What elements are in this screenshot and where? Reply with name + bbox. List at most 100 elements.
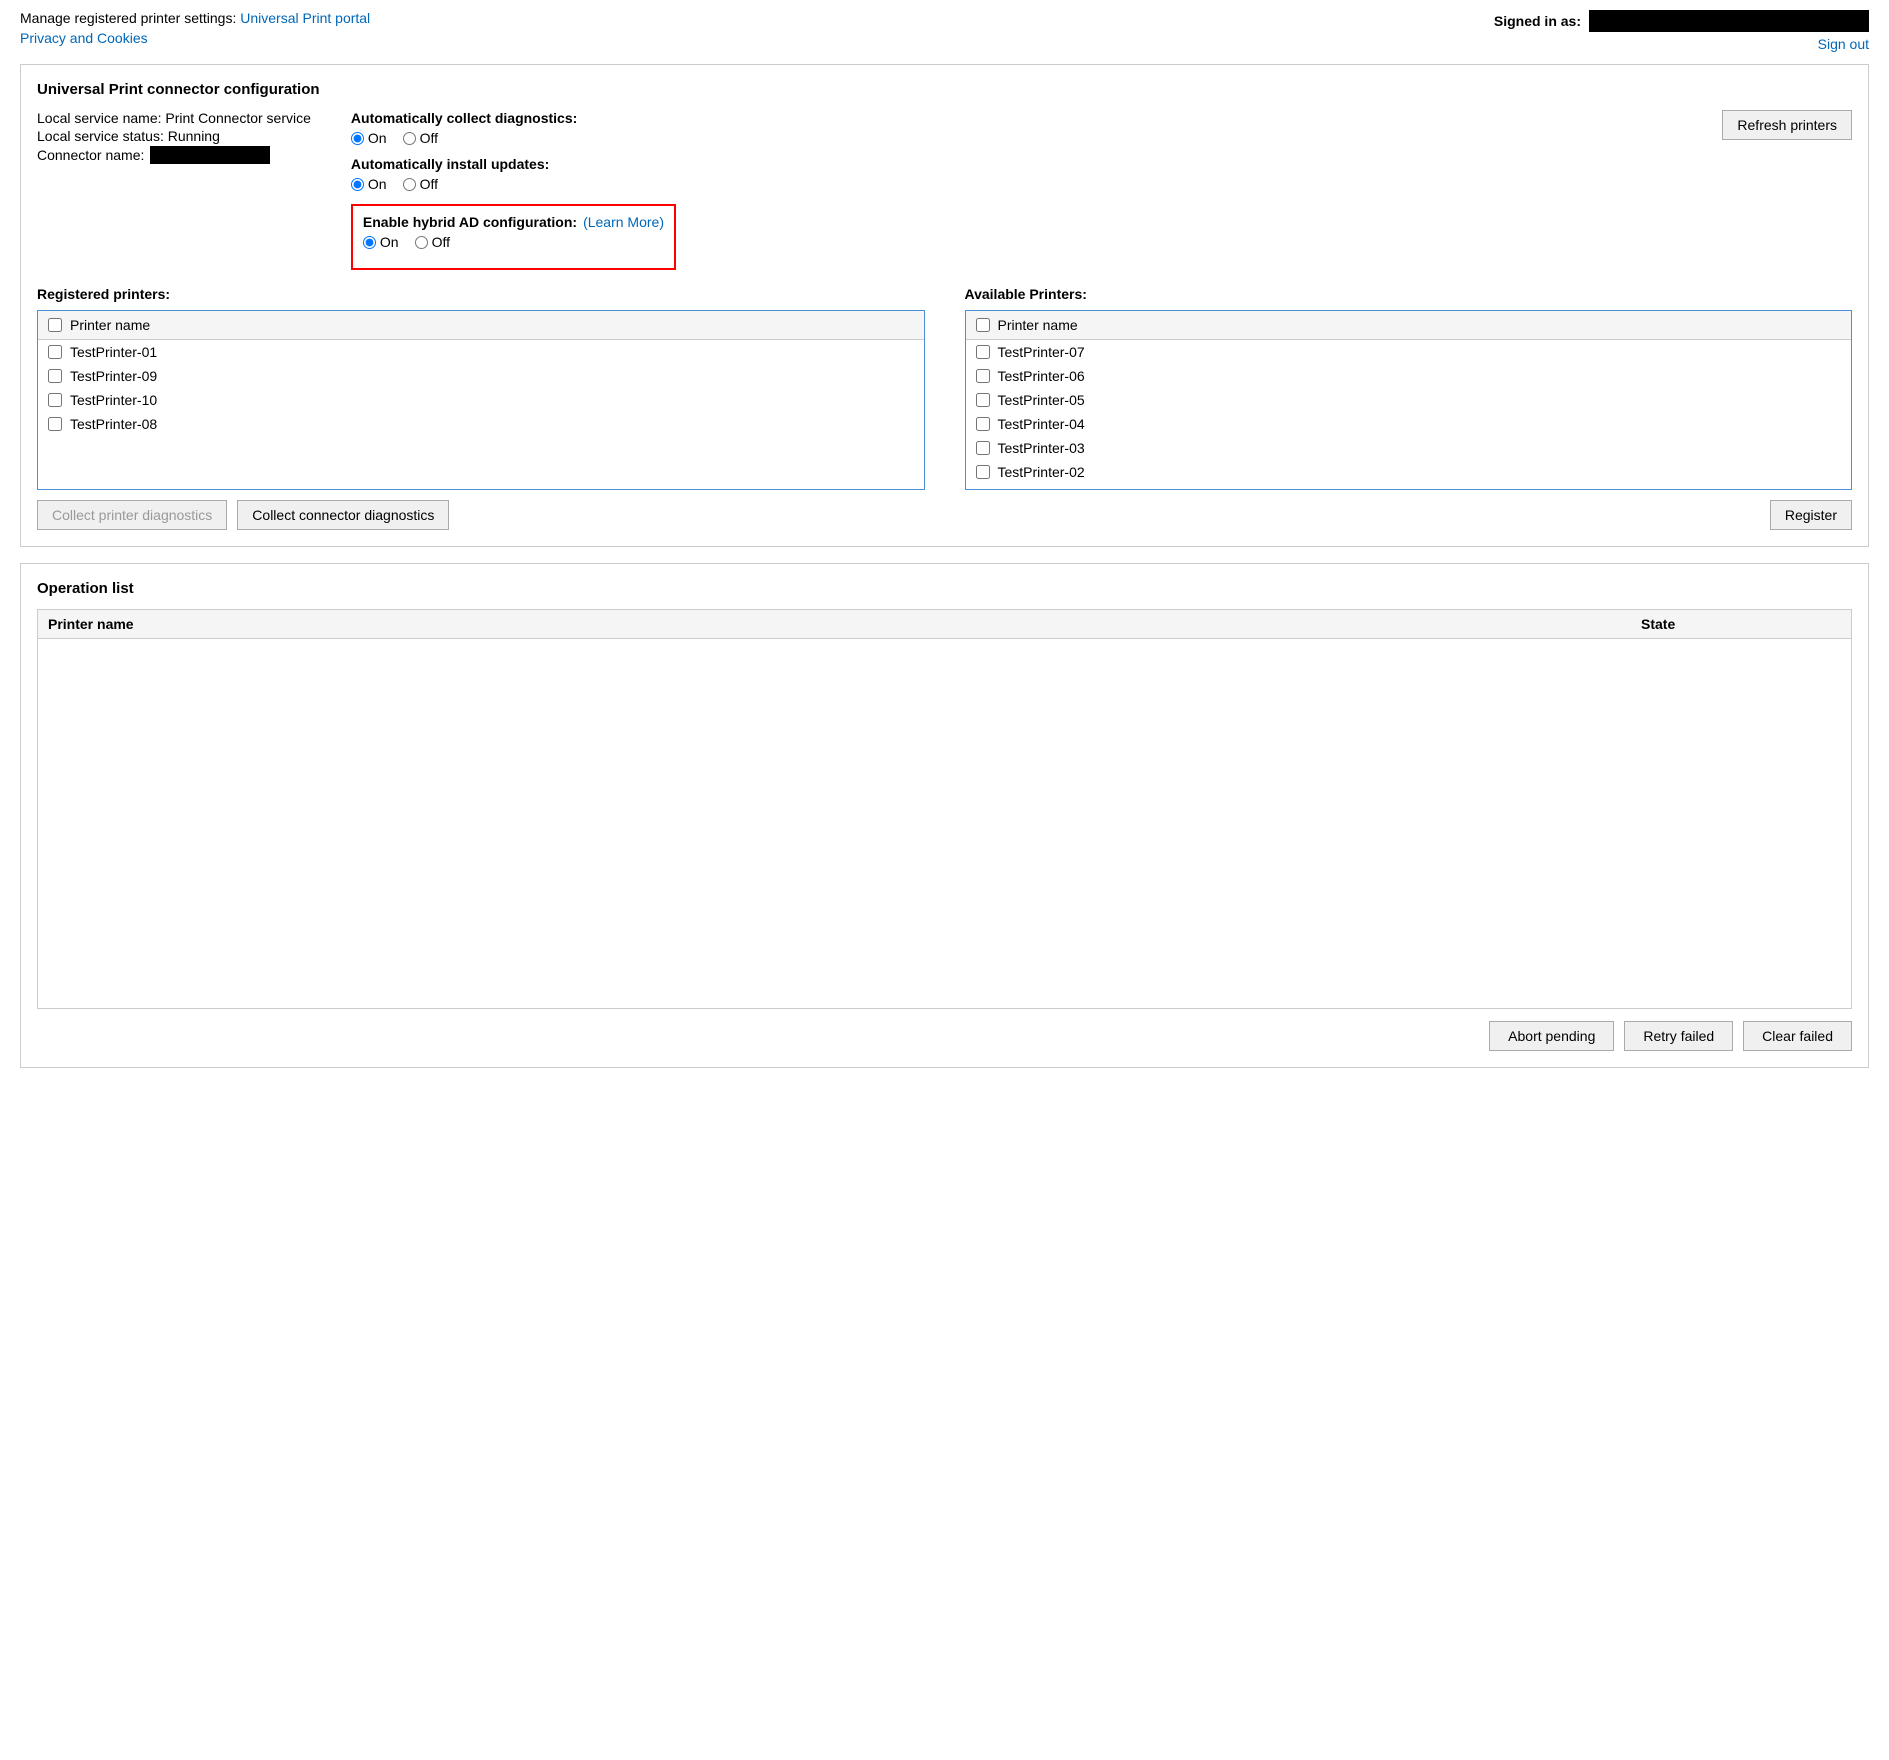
auto-updates-on-text: On xyxy=(368,176,387,192)
diag-section: Automatically collect diagnostics: On Of… xyxy=(351,110,1703,270)
privacy-link[interactable]: Privacy and Cookies xyxy=(20,30,370,46)
list-item: TestPrinter-09 xyxy=(38,364,924,388)
top-right: Signed in as: Sign out xyxy=(1494,10,1869,52)
available-printers-list: Printer name TestPrinter-07TestPrinter-0… xyxy=(965,310,1853,490)
available-printers-title: Available Printers: xyxy=(965,286,1853,302)
auto-updates-off-radio[interactable] xyxy=(403,178,416,191)
collect-connector-diag-button[interactable]: Collect connector diagnostics xyxy=(237,500,449,530)
manage-text: Manage registered printer settings: Univ… xyxy=(20,10,370,26)
clear-failed-button[interactable]: Clear failed xyxy=(1743,1021,1852,1051)
list-item: TestPrinter-06 xyxy=(966,364,1852,388)
printer-checkbox[interactable] xyxy=(976,393,990,407)
operation-table-header: Printer name State xyxy=(38,610,1851,639)
printer-name: TestPrinter-06 xyxy=(998,368,1085,384)
auto-diag-off-text: Off xyxy=(420,130,438,146)
registered-printers-header-label: Printer name xyxy=(70,317,150,333)
config-left: Local service name: Print Connector serv… xyxy=(37,110,311,270)
printer-name: TestPrinter-10 xyxy=(70,392,157,408)
list-item: TestPrinter-10 xyxy=(38,388,924,412)
auto-diag-label: Automatically collect diagnostics: xyxy=(351,110,1703,126)
manage-bar: Manage registered printer settings: Univ… xyxy=(20,10,370,26)
op-col-name-header: Printer name xyxy=(48,616,1641,632)
printer-checkbox[interactable] xyxy=(48,393,62,407)
local-service-name: Local service name: Print Connector serv… xyxy=(37,110,311,126)
auto-diag-on-text: On xyxy=(368,130,387,146)
printer-checkbox[interactable] xyxy=(48,345,62,359)
printer-checkbox[interactable] xyxy=(48,417,62,431)
learn-more-link[interactable]: (Learn More) xyxy=(583,214,664,230)
hybrid-on-text: On xyxy=(380,234,399,250)
operation-list-title: Operation list xyxy=(37,580,1852,597)
retry-failed-button[interactable]: Retry failed xyxy=(1624,1021,1733,1051)
printer-name: TestPrinter-05 xyxy=(998,392,1085,408)
operation-section: Operation list Printer name State Abort … xyxy=(20,563,1869,1068)
connector-name-value xyxy=(150,146,270,164)
local-service-status: Local service status: Running xyxy=(37,128,311,144)
printer-checkbox[interactable] xyxy=(976,441,990,455)
config-right: Automatically collect diagnostics: On Of… xyxy=(351,110,1852,270)
operation-table-wrapper: Printer name State xyxy=(37,609,1852,1009)
registered-select-all-checkbox[interactable] xyxy=(48,318,62,332)
register-button[interactable]: Register xyxy=(1770,500,1852,530)
op-col-state-header: State xyxy=(1641,616,1841,632)
list-item: TestPrinter-02 xyxy=(966,460,1852,484)
available-select-all-checkbox[interactable] xyxy=(976,318,990,332)
printer-name: TestPrinter-01 xyxy=(70,344,157,360)
printer-checkbox[interactable] xyxy=(976,369,990,383)
hybrid-label-row: Enable hybrid AD configuration: (Learn M… xyxy=(363,214,664,230)
printer-name: TestPrinter-09 xyxy=(70,368,157,384)
printer-name: TestPrinter-04 xyxy=(998,416,1085,432)
auto-diag-off-radio[interactable] xyxy=(403,132,416,145)
registered-printers-body: TestPrinter-01 TestPrinter-09 TestPrinter-… xyxy=(38,340,924,436)
auto-updates-on-label[interactable]: On xyxy=(351,176,387,192)
signed-in-row: Signed in as: xyxy=(1494,10,1869,32)
config-right-top: Automatically collect diagnostics: On Of… xyxy=(351,110,1852,270)
available-printers-body: TestPrinter-07 TestPrinter-06 TestPrinter-… xyxy=(966,340,1852,484)
hybrid-off-label[interactable]: Off xyxy=(415,234,450,250)
auto-updates-off-label[interactable]: Off xyxy=(403,176,438,192)
list-item: TestPrinter-05 xyxy=(966,388,1852,412)
auto-diag-radio-row: On Off xyxy=(351,130,1703,146)
hybrid-ad-label: Enable hybrid AD configuration: xyxy=(363,214,577,230)
top-bar: Manage registered printer settings: Univ… xyxy=(20,10,1869,58)
auto-updates-on-radio[interactable] xyxy=(351,178,364,191)
config-info: Local service name: Print Connector serv… xyxy=(37,110,311,164)
auto-diag-on-radio[interactable] xyxy=(351,132,364,145)
printer-checkbox[interactable] xyxy=(48,369,62,383)
list-item: TestPrinter-01 xyxy=(38,340,924,364)
printers-layout: Registered printers: Printer name TestPr… xyxy=(37,286,1852,530)
operation-table-body xyxy=(38,639,1851,999)
refresh-printers-button[interactable]: Refresh printers xyxy=(1722,110,1852,140)
printer-name: TestPrinter-02 xyxy=(998,464,1085,480)
hybrid-off-radio[interactable] xyxy=(415,236,428,249)
sign-out-link[interactable]: Sign out xyxy=(1818,36,1869,52)
printer-name: TestPrinter-07 xyxy=(998,344,1085,360)
hybrid-off-text: Off xyxy=(432,234,450,250)
hybrid-on-radio[interactable] xyxy=(363,236,376,249)
portal-link[interactable]: Universal Print portal xyxy=(240,10,370,26)
auto-diag-on-label[interactable]: On xyxy=(351,130,387,146)
config-layout: Local service name: Print Connector serv… xyxy=(37,110,1852,270)
manage-bar-left: Manage registered printer settings: Univ… xyxy=(20,10,370,58)
registered-printers-title: Registered printers: xyxy=(37,286,925,302)
available-printers-header: Printer name xyxy=(966,311,1852,340)
auto-diag-off-label[interactable]: Off xyxy=(403,130,438,146)
hybrid-ad-box: Enable hybrid AD configuration: (Learn M… xyxy=(351,204,676,270)
printer-checkbox[interactable] xyxy=(976,345,990,359)
connector-name-label: Connector name: xyxy=(37,147,144,163)
available-printers-col: Available Printers: Printer name TestPri… xyxy=(965,286,1853,530)
printer-checkbox[interactable] xyxy=(976,465,990,479)
manage-label: Manage registered printer settings: xyxy=(20,10,236,26)
collect-printer-diag-button[interactable]: Collect printer diagnostics xyxy=(37,500,227,530)
list-item: TestPrinter-03 xyxy=(966,436,1852,460)
registered-printers-header: Printer name xyxy=(38,311,924,340)
connector-name-row: Connector name: xyxy=(37,146,311,164)
register-row: Register xyxy=(965,500,1853,530)
printer-checkbox[interactable] xyxy=(976,417,990,431)
printer-name: TestPrinter-03 xyxy=(998,440,1085,456)
abort-pending-button[interactable]: Abort pending xyxy=(1489,1021,1614,1051)
registered-printer-actions: Collect printer diagnostics Collect conn… xyxy=(37,500,925,530)
registered-printers-list: Printer name TestPrinter-01TestPrinter-0… xyxy=(37,310,925,490)
hybrid-on-label[interactable]: On xyxy=(363,234,399,250)
operation-actions: Abort pending Retry failed Clear failed xyxy=(37,1021,1852,1051)
